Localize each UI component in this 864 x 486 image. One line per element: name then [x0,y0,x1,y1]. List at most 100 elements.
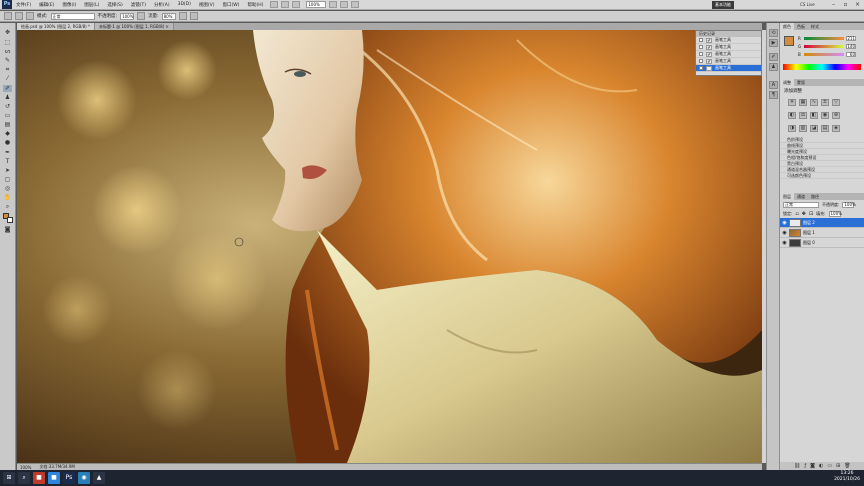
app-gray-icon[interactable]: ▲ [93,472,105,484]
workspace-button[interactable]: 基本功能 [712,1,734,9]
menu-analysis[interactable]: 分析(A) [150,2,174,8]
layer-opacity-field[interactable]: 100% [842,201,856,208]
history-row[interactable]: ✐ 画笔工具 [696,51,761,58]
invert-icon[interactable]: ◑ [788,125,796,132]
history-row-selected[interactable]: ✐ 画笔工具 [696,65,761,72]
photo-filter-icon[interactable]: ◉ [821,112,829,119]
eye-icon[interactable]: ◉ [782,220,787,226]
system-tray-clock[interactable]: 13:26 2021/10/26 [834,471,860,483]
path-select-tool-icon[interactable]: ➤ [3,167,12,174]
cs-live-button[interactable]: CS Live [800,1,815,9]
quick-select-tool-icon[interactable]: ✎ [3,57,12,64]
b-slider[interactable] [804,52,844,56]
selective-color-icon[interactable]: ◈ [832,125,840,132]
menu-layer[interactable]: 图层(L) [80,2,103,8]
menu-filter[interactable]: 滤镜(T) [127,2,150,8]
flow-field[interactable]: 80% [161,12,176,20]
menu-select[interactable]: 选择(S) [103,2,126,8]
lock-position-icon[interactable]: ✥ [802,211,806,217]
history-row[interactable]: ✐ 画笔工具 [696,37,761,44]
app-lightblue-icon[interactable]: ◉ [78,472,90,484]
new-group-icon[interactable]: ▭ [827,463,832,469]
paragraph-panel-icon[interactable]: ¶ [769,91,778,99]
g-value-field[interactable]: 140 [846,43,856,49]
history-panel-icon[interactable]: ⟲ [769,29,778,37]
menu-edit[interactable]: 编辑(E) [35,2,58,8]
history-brush-tool-icon[interactable]: ↺ [3,103,12,110]
type-tool-icon[interactable]: T [3,158,12,165]
hand-tool-icon[interactable]: ✋ [3,194,12,201]
blur-tool-icon[interactable]: ◆ [3,130,12,137]
add-mask-icon[interactable]: ◙ [810,463,815,469]
shape-tool-icon[interactable]: ▢ [3,176,12,183]
exposure-icon[interactable]: ± [821,99,829,106]
brush-size-picker[interactable] [15,12,23,20]
menu-file[interactable]: 文件(F) [12,2,35,8]
history-row[interactable]: ✐ 画笔工具 [696,58,761,65]
brush-panel-toggle-icon[interactable] [26,12,34,20]
3d-rotate-tool-icon[interactable]: ◎ [3,185,12,192]
new-layer-icon[interactable]: ⊞ [836,463,840,469]
tab-paths[interactable]: 路径 [808,193,822,200]
document-canvas[interactable] [17,30,762,463]
snapshot-checkbox[interactable] [699,66,703,70]
tablet-size-icon[interactable] [189,12,198,20]
mini-bridge-button[interactable] [281,1,290,8]
lock-all-icon[interactable]: ⊡ [809,211,813,217]
threshold-icon[interactable]: ◪ [810,125,818,132]
hand-tool-button[interactable] [329,1,338,8]
search-icon[interactable]: ⌕ [18,472,30,484]
move-tool-icon[interactable]: ✥ [3,29,12,36]
snapshot-checkbox[interactable] [699,45,703,49]
zoom-tool-icon[interactable]: ⌕ [3,203,12,210]
app-blue-icon[interactable]: ■ [48,472,60,484]
close-icon[interactable]: × [853,1,862,8]
lasso-tool-icon[interactable]: ᔕ [3,48,12,55]
layer-fill-field[interactable]: 100% [828,210,842,217]
eraser-tool-icon[interactable]: ▭ [3,112,12,119]
clone-source-panel-icon[interactable]: ♟ [769,63,778,71]
snapshot-checkbox[interactable] [699,59,703,63]
levels-icon[interactable]: ▦ [799,99,807,106]
doc-tab[interactable]: 未标题-1 @ 100% (图层 1, RGB/8) × [94,23,174,30]
tablet-opacity-icon[interactable] [137,12,146,20]
menu-window[interactable]: 窗口(W) [218,2,243,8]
eye-icon[interactable]: ◉ [782,240,787,246]
doc-tab-active[interactable]: 绘画.psd @ 100% (图层 2, RGB/8) * [17,23,95,30]
layer-row-selected[interactable]: ◉ 图层 2 [780,218,864,228]
bridge-button[interactable] [270,1,279,8]
gradient-map-icon[interactable]: ▤ [821,125,829,132]
menu-view[interactable]: 视图(V) [195,2,219,8]
snapshot-checkbox[interactable] [699,52,703,56]
tab-layers[interactable]: 图层 [780,193,794,200]
curves-icon[interactable]: ∿ [810,99,818,106]
crop-tool-icon[interactable]: ⌗ [3,66,12,73]
r-value-field[interactable]: 211 [846,35,856,41]
status-zoom[interactable]: 100% [20,465,31,470]
layer-blend-mode-select[interactable]: 正常 [783,201,819,208]
brush-panel-icon[interactable]: ✐ [769,53,778,61]
menu-image[interactable]: 图像(I) [58,2,80,8]
black-white-icon[interactable]: ◧ [810,112,818,119]
g-slider[interactable] [804,44,844,48]
restore-icon[interactable]: ▫ [841,1,850,8]
marquee-tool-icon[interactable]: ⬚ [3,39,12,46]
quick-mask-icon[interactable]: ◙ [3,226,12,233]
tab-channels[interactable]: 通道 [794,193,808,200]
eyedropper-tool-icon[interactable]: ⁄ [3,75,12,82]
tab-color[interactable]: 颜色 [780,23,794,30]
airbrush-icon[interactable] [178,12,187,20]
brightness-icon[interactable]: ☀ [788,99,796,106]
hue-saturation-icon[interactable]: ◐ [788,112,796,119]
snapshot-checkbox[interactable] [699,38,703,42]
app-red-icon[interactable]: ■ [33,472,45,484]
menu-3d[interactable]: 3D(D) [174,2,195,7]
background-color-swatch[interactable] [7,217,13,223]
lock-icon[interactable]: ▫ [795,211,798,217]
opacity-field[interactable]: 100% [120,12,135,20]
history-row[interactable]: ✐ 画笔工具 [696,44,761,51]
blend-mode-select[interactable]: 正常 [50,12,95,20]
vibrance-icon[interactable]: ▽ [832,99,840,106]
tab-styles[interactable]: 样式 [808,23,822,30]
arrange-documents-button[interactable] [340,1,349,8]
